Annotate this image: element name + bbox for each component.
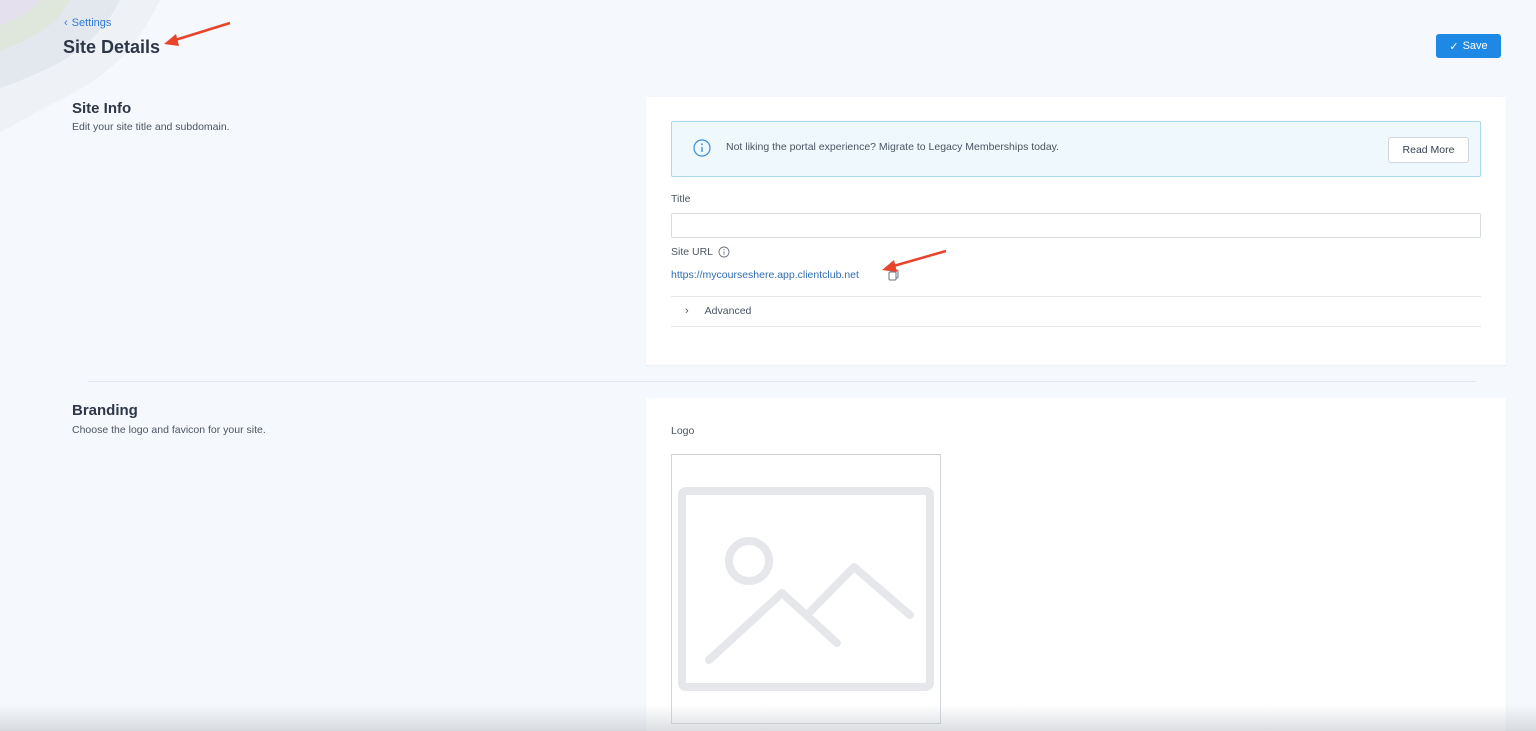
- section-divider: [88, 381, 1476, 382]
- image-placeholder-icon: [678, 487, 934, 691]
- check-icon: ✓: [1449, 40, 1459, 53]
- divider: [671, 326, 1481, 327]
- title-label: Title: [671, 193, 691, 205]
- branding-description: Choose the logo and favicon for your sit…: [72, 424, 266, 436]
- save-button-label: Save: [1462, 40, 1488, 52]
- read-more-button[interactable]: Read More: [1388, 137, 1469, 163]
- site-info-card: Not liking the portal experience? Migrat…: [646, 97, 1506, 365]
- logo-upload[interactable]: [671, 454, 941, 724]
- back-link-label: Settings: [71, 17, 112, 29]
- site-url-link[interactable]: https://mycourseshere.app.clientclub.net: [671, 269, 859, 281]
- site-info-heading: Site Info: [72, 100, 132, 117]
- chevron-left-icon: ‹: [64, 17, 68, 29]
- logo-label: Logo: [671, 425, 695, 437]
- chevron-right-icon: ›: [685, 305, 689, 317]
- annotation-arrow-icon: [164, 21, 231, 46]
- legacy-migration-alert: Not liking the portal experience? Migrat…: [671, 121, 1481, 177]
- save-button[interactable]: ✓ Save: [1436, 34, 1501, 58]
- alert-message: Not liking the portal experience? Migrat…: [726, 141, 1060, 153]
- title-input[interactable]: [671, 213, 1481, 238]
- branding-heading: Branding: [72, 402, 138, 419]
- site-info-description: Edit your site title and subdomain.: [72, 121, 230, 133]
- advanced-label: Advanced: [704, 305, 752, 317]
- back-to-settings-link[interactable]: ‹ Settings: [64, 17, 111, 29]
- page-title: Site Details: [63, 37, 161, 57]
- site-url-info-icon[interactable]: [718, 246, 730, 258]
- site-url-label: Site URL: [671, 246, 714, 258]
- annotation-arrow-icon: [882, 249, 947, 272]
- info-icon: [693, 139, 711, 157]
- advanced-toggle[interactable]: › Advanced: [671, 296, 1481, 326]
- branding-card: Logo: [646, 398, 1506, 731]
